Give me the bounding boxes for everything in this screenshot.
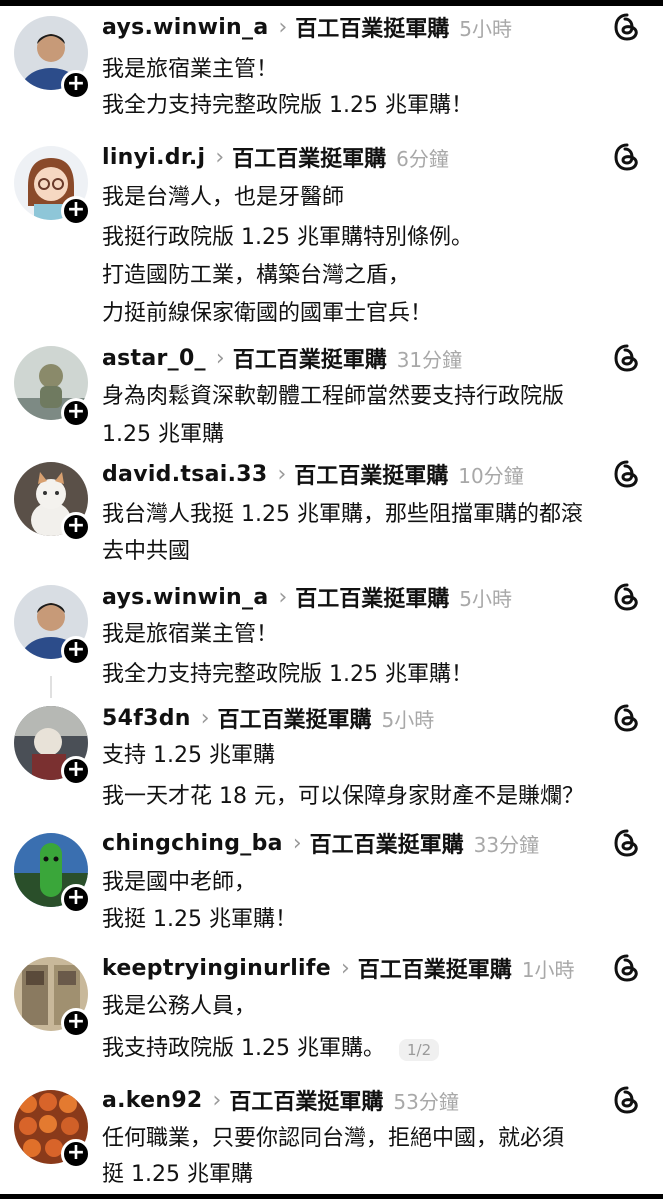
timestamp: 53分鐘: [393, 1089, 459, 1114]
topic-tag[interactable]: 百工百業挺軍購: [358, 952, 512, 984]
threads-logo-icon[interactable]: [612, 1085, 642, 1115]
chevron-right-icon: ›: [200, 705, 210, 731]
timestamp: 1小時: [521, 957, 575, 982]
threads-logo-icon[interactable]: [612, 828, 642, 858]
chevron-right-icon: ›: [278, 14, 288, 40]
post-header: chingching_ba › 百工百業挺軍購 33分鐘: [102, 826, 539, 860]
post-text-line: 力挺前線保家衛國的國軍士官兵！: [102, 301, 433, 326]
topic-tag[interactable]: 百工百業挺軍購: [233, 342, 387, 374]
post-text-line: 1.25 兆軍購: [102, 422, 224, 447]
post-text-line: 我是公務人員，: [102, 994, 257, 1019]
username[interactable]: 54f3dn: [102, 706, 191, 731]
chevron-right-icon: ›: [292, 830, 302, 856]
post-text-line: 我挺 1.25 兆軍購！: [102, 907, 297, 932]
follow-plus-icon[interactable]: +: [61, 196, 91, 226]
chevron-right-icon: ›: [340, 955, 350, 981]
post-header: 54f3dn › 百工百業挺軍購 5小時: [102, 701, 434, 735]
chevron-right-icon: ›: [212, 1087, 222, 1113]
username[interactable]: linyi.dr.j: [102, 145, 205, 170]
top-edge: [0, 0, 663, 6]
username[interactable]: ays.winwin_a: [102, 585, 268, 610]
post-text-line: 我是台灣人，也是牙醫師: [102, 185, 345, 210]
timestamp: 5小時: [459, 586, 513, 611]
username[interactable]: keeptryinginurlife: [102, 956, 331, 981]
follow-plus-icon[interactable]: +: [61, 512, 91, 542]
topic-tag[interactable]: 百工百業挺軍購: [295, 11, 449, 43]
follow-plus-icon[interactable]: +: [61, 884, 91, 914]
post-text-line: 我全力支持完整政院版 1.25 兆軍購！: [102, 662, 473, 687]
username[interactable]: a.ken92: [102, 1088, 203, 1113]
post-text-line: 去中共國: [102, 539, 191, 564]
threads-logo-icon[interactable]: [612, 343, 642, 373]
follow-plus-icon[interactable]: +: [61, 1008, 91, 1038]
timestamp: 33分鐘: [473, 832, 540, 857]
topic-tag[interactable]: 百工百業挺軍購: [295, 581, 449, 613]
threads-logo-icon[interactable]: [612, 12, 642, 42]
threads-logo-icon[interactable]: [612, 953, 642, 983]
thread-connector: [50, 676, 52, 698]
threads-logo-icon[interactable]: [612, 142, 642, 172]
chevron-right-icon: ›: [278, 584, 288, 610]
post-text-line: 打造國防工業，構築台灣之盾，: [102, 263, 411, 288]
threads-logo-icon[interactable]: [612, 703, 642, 733]
post-text-line: 我支持政院版 1.25 兆軍購。 1/2: [102, 1034, 440, 1065]
username[interactable]: astar_0_: [102, 346, 206, 371]
post-text: 我支持政院版 1.25 兆軍購。: [102, 1036, 385, 1061]
threads-logo-icon[interactable]: [612, 459, 642, 489]
post-text-line: 我是旅宿業主管！: [102, 57, 279, 82]
follow-plus-icon[interactable]: +: [61, 398, 91, 428]
post-header: linyi.dr.j › 百工百業挺軍購 6分鐘: [102, 140, 449, 174]
post-text-line: 我台灣人我挺 1.25 兆軍購，那些阻擋軍購的都滾: [102, 502, 583, 527]
post-text-line: 我挺行政院版 1.25 兆軍購特別條例。: [102, 225, 473, 250]
timestamp: 5小時: [459, 16, 513, 41]
post-text-line: 我全力支持完整政院版 1.25 兆軍購！: [102, 93, 473, 118]
post-text-line: 我一天才花 18 元，可以保障身家財產不是賺爛？: [102, 784, 584, 809]
follow-plus-icon[interactable]: +: [61, 756, 91, 786]
post-header: a.ken92 › 百工百業挺軍購 53分鐘: [102, 1083, 459, 1117]
post-header: ays.winwin_a › 百工百業挺軍購 5小時: [102, 10, 512, 44]
post-text-line: 身為肉鬆資深軟韌體工程師當然要支持行政院版: [102, 384, 565, 409]
post-text-line: 我是國中老師，: [102, 870, 257, 895]
threads-logo-icon[interactable]: [612, 582, 642, 612]
timestamp: 31分鐘: [396, 347, 463, 372]
post-header: astar_0_ › 百工百業挺軍購 31分鐘: [102, 341, 462, 375]
post-text-line: 支持 1.25 兆軍購: [102, 743, 275, 768]
follow-plus-icon[interactable]: +: [61, 1139, 91, 1169]
post-text-line: 任何職業，只要你認同台灣，拒絕中國，就必須: [102, 1126, 565, 1151]
timestamp: 6分鐘: [396, 146, 449, 171]
post-text-line: 我是旅宿業主管！: [102, 622, 279, 647]
topic-tag[interactable]: 百工百業挺軍購: [232, 141, 386, 173]
username[interactable]: ays.winwin_a: [102, 15, 268, 40]
topic-tag[interactable]: 百工百業挺軍購: [218, 702, 372, 734]
post-header: keeptryinginurlife › 百工百業挺軍購 1小時: [102, 951, 575, 985]
timestamp: 10分鐘: [458, 463, 524, 488]
username[interactable]: chingching_ba: [102, 831, 283, 856]
bottom-edge: [0, 1194, 663, 1199]
chevron-right-icon: ›: [277, 461, 287, 487]
topic-tag[interactable]: 百工百業挺軍購: [294, 458, 448, 490]
follow-plus-icon[interactable]: +: [61, 70, 91, 100]
page-indicator: 1/2: [398, 1039, 440, 1061]
post-header: david.tsai.33 › 百工百業挺軍購 10分鐘: [102, 457, 524, 491]
post-text-line: 挺 1.25 兆軍購: [102, 1162, 253, 1187]
topic-tag[interactable]: 百工百業挺軍購: [310, 827, 464, 859]
chevron-right-icon: ›: [215, 144, 225, 170]
username[interactable]: david.tsai.33: [102, 462, 267, 487]
follow-plus-icon[interactable]: +: [61, 636, 91, 666]
timestamp: 5小時: [381, 707, 435, 732]
post-header: ays.winwin_a › 百工百業挺軍購 5小時: [102, 580, 512, 614]
topic-tag[interactable]: 百工百業挺軍購: [229, 1084, 383, 1116]
chevron-right-icon: ›: [215, 345, 225, 371]
